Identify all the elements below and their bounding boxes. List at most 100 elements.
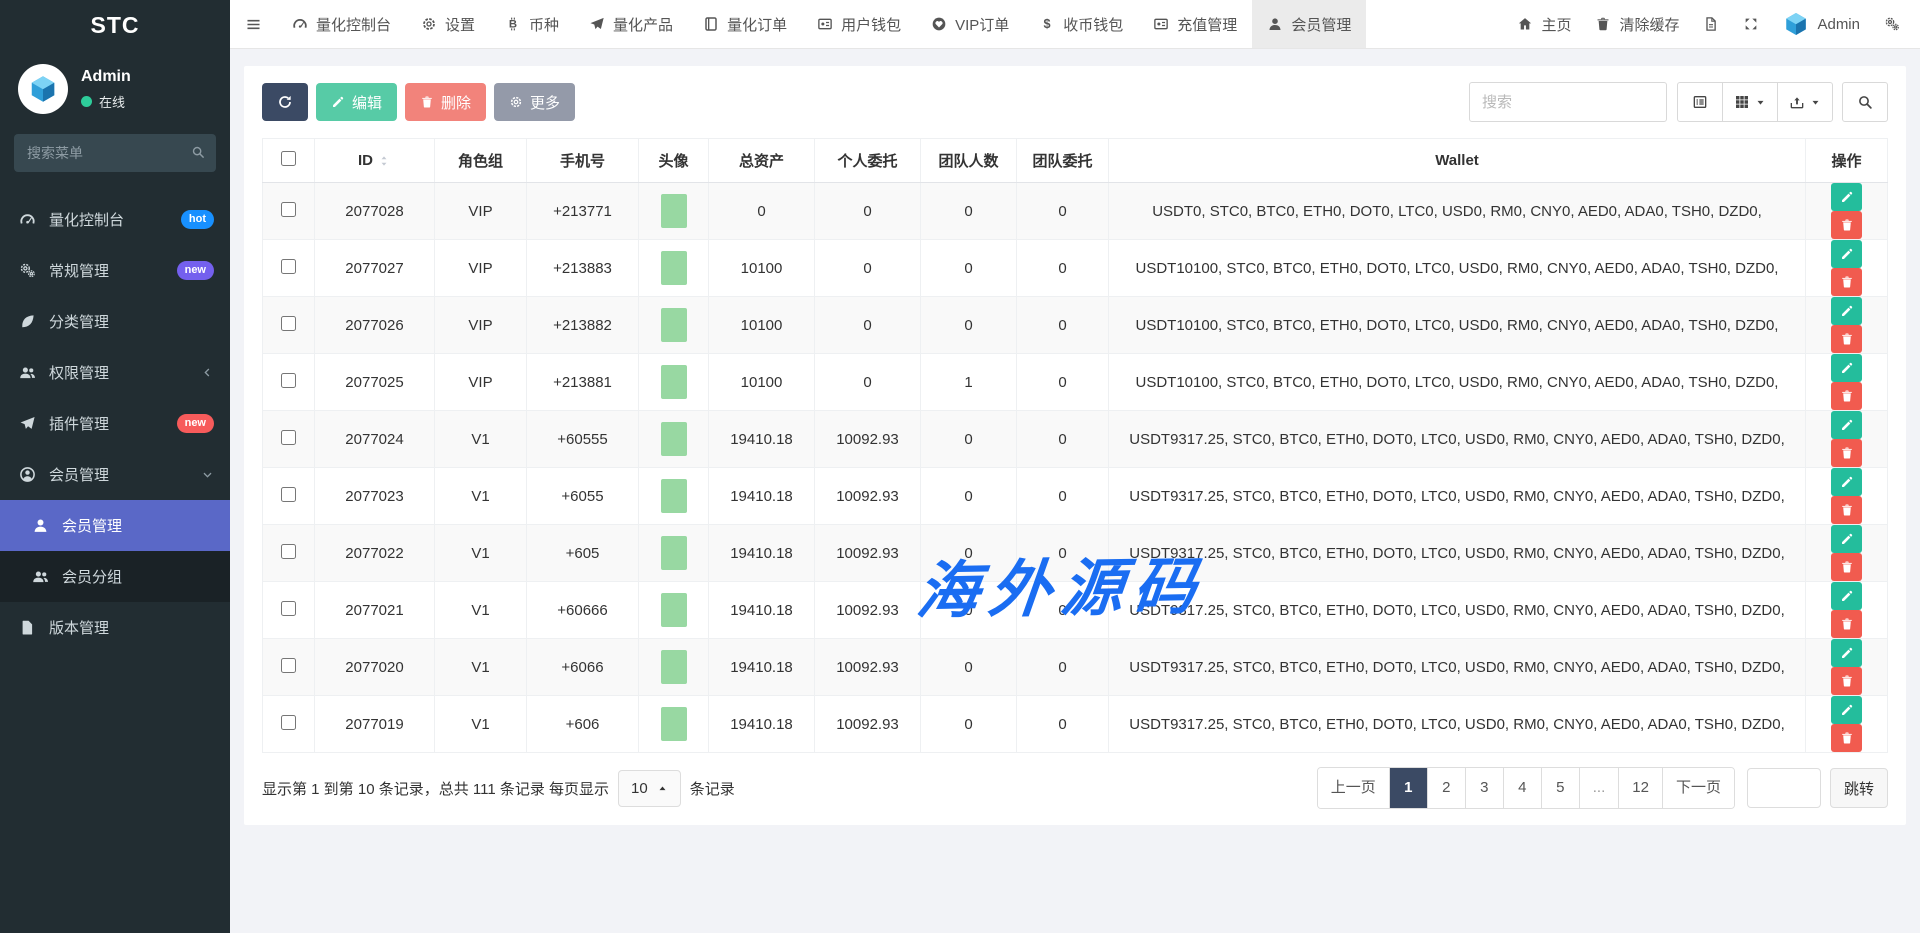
- row-delete-button[interactable]: [1831, 211, 1862, 239]
- edit-button[interactable]: 编辑: [316, 83, 397, 121]
- cell-team-count: 0: [921, 183, 1017, 240]
- page-3[interactable]: 3: [1465, 768, 1503, 808]
- cell-personal-entrust: 10092.93: [815, 411, 921, 468]
- page-12[interactable]: 12: [1618, 768, 1662, 808]
- row-checkbox[interactable]: [281, 487, 296, 502]
- row-checkbox[interactable]: [281, 316, 296, 331]
- page-2[interactable]: 2: [1427, 768, 1465, 808]
- export-button[interactable]: [1777, 82, 1833, 122]
- row-edit-button[interactable]: [1831, 297, 1862, 325]
- sidebar-item-general-manage[interactable]: 常规管理new: [0, 245, 230, 296]
- row-delete-button[interactable]: [1831, 382, 1862, 410]
- row-delete-button[interactable]: [1831, 610, 1862, 638]
- page-size-select[interactable]: 10: [618, 770, 681, 807]
- list-view-button[interactable]: [1677, 82, 1723, 122]
- row-delete-button[interactable]: [1831, 439, 1862, 467]
- sidebar-item-version-manage[interactable]: 版本管理: [0, 602, 230, 653]
- nav-item-settings[interactable]: 设置: [406, 0, 490, 48]
- nav-item-coins[interactable]: 币种: [490, 0, 574, 48]
- cube-icon: [1783, 11, 1809, 37]
- sidebar-item-member-group[interactable]: 会员分组: [0, 551, 230, 602]
- row-edit-button[interactable]: [1831, 639, 1862, 667]
- refresh-button[interactable]: [262, 83, 308, 121]
- nav-right-fullscreen[interactable]: [1731, 0, 1771, 48]
- row-delete-button[interactable]: [1831, 724, 1862, 752]
- header-checkbox-cell: [263, 139, 315, 183]
- row-delete-button[interactable]: [1831, 553, 1862, 581]
- row-delete-button[interactable]: [1831, 268, 1862, 296]
- nav-right-docs[interactable]: [1691, 0, 1731, 48]
- user-circle-icon: [19, 466, 36, 483]
- nav-right-admin[interactable]: Admin: [1771, 0, 1872, 48]
- sidebar-item-label: 插件管理: [49, 413, 164, 434]
- cell-assets: 10100: [709, 354, 815, 411]
- row-delete-button[interactable]: [1831, 667, 1862, 695]
- row-checkbox[interactable]: [281, 259, 296, 274]
- delete-button[interactable]: 删除: [405, 83, 486, 121]
- row-edit-button[interactable]: [1831, 582, 1862, 610]
- sidebar-item-label: 会员管理: [62, 515, 214, 536]
- row-delete-button[interactable]: [1831, 325, 1862, 353]
- refresh-icon: [277, 94, 293, 110]
- column-header-id[interactable]: ID: [315, 139, 435, 183]
- page-next[interactable]: 下一页: [1662, 768, 1734, 808]
- nav-item-recharge-manage[interactable]: 充值管理: [1138, 0, 1252, 48]
- row-checkbox[interactable]: [281, 601, 296, 616]
- nav-item-quant-products[interactable]: 量化产品: [574, 0, 688, 48]
- page-5[interactable]: 5: [1541, 768, 1579, 808]
- cell-phone: +213883: [527, 240, 639, 297]
- nav-right-settings-gear[interactable]: [1872, 0, 1912, 48]
- search-button[interactable]: [1842, 82, 1888, 122]
- gear-icon: [421, 16, 437, 32]
- cell-assets: 19410.18: [709, 582, 815, 639]
- sidebar-item-member-manage[interactable]: 会员管理: [0, 449, 230, 500]
- page-4[interactable]: 4: [1503, 768, 1541, 808]
- row-delete-button[interactable]: [1831, 496, 1862, 524]
- row-edit-button[interactable]: [1831, 696, 1862, 724]
- hamburger-button[interactable]: [230, 0, 277, 48]
- more-button[interactable]: 更多: [494, 83, 575, 121]
- cell-team-count: 0: [921, 639, 1017, 696]
- nav-item-quant-console[interactable]: 量化控制台: [277, 0, 406, 48]
- row-edit-button[interactable]: [1831, 411, 1862, 439]
- row-checkbox[interactable]: [281, 202, 296, 217]
- member-avatar: [661, 650, 687, 684]
- jump-page-input[interactable]: [1747, 768, 1821, 808]
- cell-avatar: [639, 354, 709, 411]
- row-checkbox[interactable]: [281, 373, 296, 388]
- row-checkbox[interactable]: [281, 658, 296, 673]
- row-checkbox[interactable]: [281, 430, 296, 445]
- page-1[interactable]: 1: [1389, 768, 1427, 808]
- row-edit-button[interactable]: [1831, 468, 1862, 496]
- nav-item-quant-orders[interactable]: 量化订单: [688, 0, 802, 48]
- online-label: 在线: [99, 92, 125, 111]
- row-edit-button[interactable]: [1831, 525, 1862, 553]
- row-edit-button[interactable]: [1831, 183, 1862, 211]
- page-prev[interactable]: 上一页: [1318, 768, 1389, 808]
- cell-team-entrust: 0: [1017, 183, 1109, 240]
- cell-team-entrust: 0: [1017, 354, 1109, 411]
- row-edit-button[interactable]: [1831, 354, 1862, 382]
- select-all-checkbox[interactable]: [281, 151, 296, 166]
- jump-button[interactable]: 跳转: [1830, 768, 1888, 808]
- delete-button-label: 删除: [441, 92, 471, 113]
- sidebar-search-input[interactable]: [14, 134, 216, 172]
- nav-item-user-wallet[interactable]: 用户钱包: [802, 0, 916, 48]
- sidebar-item-permission-manage[interactable]: 权限管理: [0, 347, 230, 398]
- nav-right-home[interactable]: 主页: [1505, 0, 1583, 48]
- sidebar-item-member-manage-sub[interactable]: 会员管理: [0, 500, 230, 551]
- nav-item-coin-wallet[interactable]: 收币钱包: [1024, 0, 1138, 48]
- row-checkbox[interactable]: [281, 715, 296, 730]
- nav-item-member-manage[interactable]: 会员管理: [1252, 0, 1366, 48]
- page-list: 上一页12345...12下一页: [1317, 767, 1735, 809]
- columns-button[interactable]: [1722, 82, 1778, 122]
- row-checkbox[interactable]: [281, 544, 296, 559]
- nav-right-clear-cache[interactable]: 清除缓存: [1583, 0, 1691, 48]
- sidebar-item-quant-console[interactable]: 量化控制台hot: [0, 194, 230, 245]
- book-icon: [703, 16, 719, 32]
- table-search-input[interactable]: [1469, 82, 1667, 122]
- row-edit-button[interactable]: [1831, 240, 1862, 268]
- sidebar-item-plugin-manage[interactable]: 插件管理new: [0, 398, 230, 449]
- nav-item-vip-orders[interactable]: VIP订单: [916, 0, 1024, 48]
- sidebar-item-category-manage[interactable]: 分类管理: [0, 296, 230, 347]
